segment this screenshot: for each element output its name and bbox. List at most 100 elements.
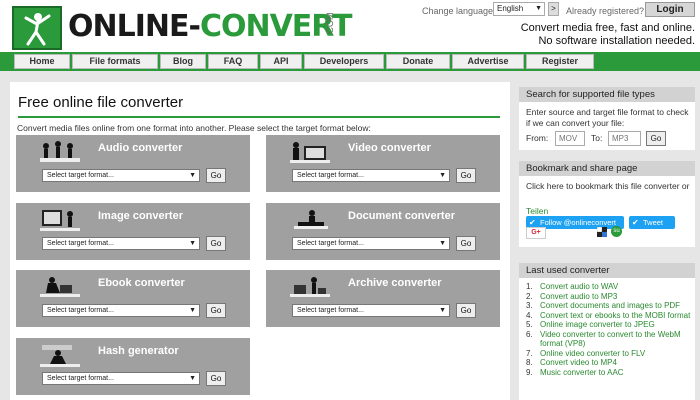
nav-item-api[interactable]: API <box>260 54 302 69</box>
recent-converter-link[interactable]: Music converter to AAC <box>540 368 624 377</box>
main-content: Free online file converter Convert media… <box>10 82 510 400</box>
recent-converter-link[interactable]: Convert video to MP4 <box>540 358 617 367</box>
image-go-button[interactable]: Go <box>206 236 226 251</box>
image-format-select[interactable]: Select target format... ▼ <box>42 237 200 250</box>
recent-converter-link[interactable]: Online image converter to JPEG <box>540 320 655 329</box>
video-converter-title: Video converter <box>348 142 431 154</box>
nav-item-developers[interactable]: Developers <box>304 54 384 69</box>
to-format-input[interactable] <box>608 131 641 146</box>
main-nav: Home File formats Blog FAQ API Developer… <box>0 52 700 71</box>
ebook-converter-panel: Ebook converter Select target format... ▼… <box>16 270 250 327</box>
nav-item-home[interactable]: Home <box>14 54 70 69</box>
archive-converter-title: Archive converter <box>348 277 442 289</box>
list-number: 8. <box>526 358 533 367</box>
tweet-label: Tweet <box>643 218 664 227</box>
language-select[interactable]: English ▼ <box>493 2 545 16</box>
document-go-button[interactable]: Go <box>456 236 476 251</box>
list-item: 4. Convert text or ebooks to the MOBI for… <box>526 311 691 321</box>
page-title: Free online file converter <box>18 94 184 111</box>
bookmark-text[interactable]: Click here to bookmark this file convert… <box>526 181 691 192</box>
select-placeholder: Select target format... <box>297 172 364 179</box>
login-button[interactable]: Login <box>645 2 695 17</box>
audio-icon <box>40 141 80 162</box>
title-divider <box>18 116 500 118</box>
list-number: 4. <box>526 310 533 320</box>
recent-converter-link[interactable]: Convert documents and images to PDF <box>540 301 680 310</box>
recent-converter-link[interactable]: Convert audio to WAV <box>540 282 618 291</box>
from-label: From: <box>526 133 549 143</box>
ebook-go-button[interactable]: Go <box>206 303 226 318</box>
ebook-icon <box>40 277 80 297</box>
recent-converter-link[interactable]: Convert text or ebooks to the MOBI forma… <box>540 311 690 320</box>
last-used-converter-box: Last used converter 1. Convert audio to W… <box>519 263 695 400</box>
video-icon <box>290 142 330 163</box>
chevron-down-icon: ▼ <box>439 240 446 247</box>
last-used-converter-title: Last used converter <box>519 263 695 278</box>
list-item: 8. Convert video to MP4 <box>526 358 691 368</box>
logo-suffix: .COM <box>325 12 335 37</box>
list-item: 2. Convert audio to MP3 <box>526 292 691 302</box>
search-file-types-title: Search for supported file types <box>519 87 695 102</box>
nav-item-file-formats[interactable]: File formats <box>72 54 158 69</box>
select-placeholder: Select target format... <box>297 307 364 314</box>
tagline: Convert media free, fast and online. No … <box>470 22 695 48</box>
google-plus-button[interactable]: G+ <box>526 227 546 239</box>
audio-converter-panel: Audio converter Select target format... ▼… <box>16 135 250 192</box>
follow-label: Follow @onlineconvert <box>540 218 616 227</box>
hash-format-select[interactable]: Select target format... ▼ <box>42 372 200 385</box>
recent-converter-link[interactable]: Online video converter to FLV <box>540 349 645 358</box>
video-format-select[interactable]: Select target format... ▼ <box>292 169 450 182</box>
document-format-select[interactable]: Select target format... ▼ <box>292 237 450 250</box>
list-item: 9. Music converter to AAC <box>526 368 691 378</box>
nav-item-advertise[interactable]: Advertise <box>452 54 524 69</box>
ebook-converter-title: Ebook converter <box>98 277 185 289</box>
chevron-down-icon: ▼ <box>439 172 446 179</box>
nav-item-blog[interactable]: Blog <box>160 54 206 69</box>
archive-go-button[interactable]: Go <box>456 303 476 318</box>
bookmark-share-box: Bookmark and share page Click here to bo… <box>519 161 695 247</box>
from-format-input[interactable] <box>555 131 585 146</box>
chevron-down-icon: ▼ <box>189 172 196 179</box>
tweet-button[interactable]: ✔ Tweet <box>629 216 675 229</box>
language-go-button[interactable]: > <box>548 2 559 16</box>
delicious-icon[interactable] <box>597 227 607 237</box>
stumbleupon-icon[interactable]: su <box>611 226 622 237</box>
recent-converter-list: 1. Convert audio to WAV 2. Convert audio t… <box>526 282 691 377</box>
nav-item-faq[interactable]: FAQ <box>208 54 258 69</box>
list-number: 6. <box>526 329 533 339</box>
check-format-go-button[interactable]: Go <box>646 131 666 146</box>
audio-converter-title: Audio converter <box>98 142 183 154</box>
intro-text: Convert media files online from one form… <box>17 123 371 133</box>
hash-generator-title: Hash generator <box>98 345 179 357</box>
select-placeholder: Select target format... <box>297 240 364 247</box>
list-item: 5. Online image converter to JPEG <box>526 320 691 330</box>
audio-format-select[interactable]: Select target format... ▼ <box>42 169 200 182</box>
video-go-button[interactable]: Go <box>456 168 476 183</box>
logo-wordmark: ONLINE-CONVERT <box>68 9 353 44</box>
image-converter-panel: Image converter Select target format... ▼… <box>16 203 250 260</box>
tagline-line-1: Convert media free, fast and online. <box>520 22 695 34</box>
list-item: 3. Convert documents and images to PDF <box>526 301 691 311</box>
recent-converter-link[interactable]: Video converter to convert to the WebM f… <box>540 330 681 349</box>
bookmark-share-title: Bookmark and share page <box>519 161 695 176</box>
list-number: 1. <box>526 282 533 291</box>
search-file-types-box: Search for supported file types Enter so… <box>519 87 695 150</box>
audio-go-button[interactable]: Go <box>206 168 226 183</box>
site-logo[interactable]: ONLINE-CONVERT .COM <box>12 6 353 50</box>
list-number: 2. <box>526 291 533 301</box>
chevron-down-icon: ▼ <box>189 375 196 382</box>
document-converter-title: Document converter <box>348 210 455 222</box>
ebook-format-select[interactable]: Select target format... ▼ <box>42 304 200 317</box>
list-number: 3. <box>526 301 533 310</box>
archive-format-select[interactable]: Select target format... ▼ <box>292 304 450 317</box>
recent-converter-link[interactable]: Convert audio to MP3 <box>540 292 617 301</box>
to-label: To: <box>591 133 603 143</box>
nav-item-donate[interactable]: Donate <box>386 54 450 69</box>
select-placeholder: Select target format... <box>47 307 114 314</box>
archive-icon <box>290 277 330 297</box>
already-registered-label: Already registered? <box>566 6 645 16</box>
list-item: 1. Convert audio to WAV <box>526 282 691 292</box>
nav-item-register[interactable]: Register <box>526 54 594 69</box>
list-item: 6. Video converter to convert to the WebM… <box>526 330 691 349</box>
hash-go-button[interactable]: Go <box>206 371 226 386</box>
